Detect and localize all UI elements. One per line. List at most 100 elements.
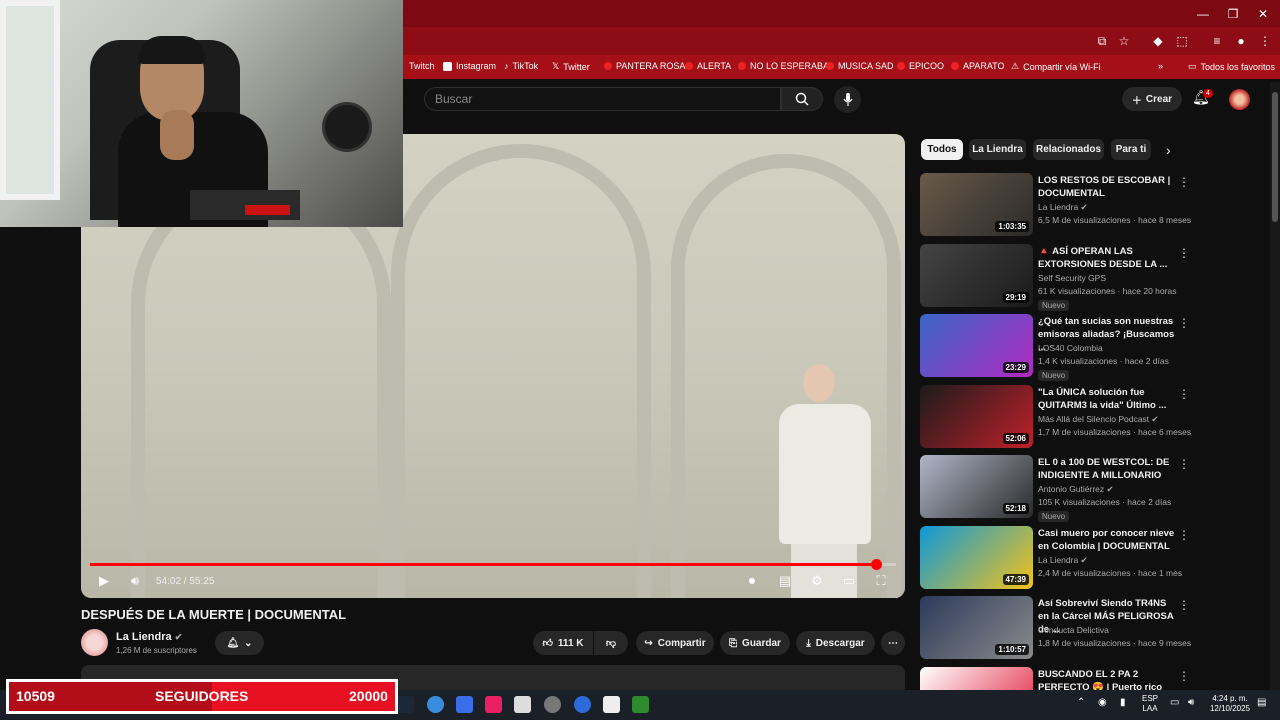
recommended-channel[interactable]: Self Security GPS [1038, 273, 1106, 283]
recommended-title[interactable]: LOS RESTOS DE ESCOBAR | DOCUMENTAL [1038, 174, 1178, 200]
recommended-channel[interactable]: LOS40 Colombia [1038, 343, 1103, 353]
recommended-title[interactable]: BUSCANDO EL 2 PA 2 PERFECTO 😍 | Puerto r… [1038, 668, 1178, 693]
account-avatar[interactable] [1229, 89, 1250, 110]
voice-search-button[interactable] [834, 86, 861, 113]
bookmark-twitter[interactable]: 𝕏 Twitter [552, 61, 590, 72]
video-thumbnail[interactable]: 1:03:35 [920, 173, 1033, 236]
scrollbar-thumb[interactable] [1272, 92, 1278, 222]
capcut-icon[interactable] [603, 696, 620, 713]
bookmark-aparato[interactable]: APARATO [951, 61, 1005, 71]
recommended-video[interactable]: 52:18 EL 0 a 100 DE WESTCOL: DE INDIGENTE… [920, 455, 1260, 522]
recommended-video[interactable]: 29:19 🔺 ASÍ OPERAN LAS EXTORSIONES DESDE … [920, 243, 1260, 311]
notepad-icon[interactable] [514, 696, 531, 713]
fullscreen-icon[interactable]: ⛶ [872, 572, 890, 590]
create-button[interactable]: ＋ Crear [1122, 87, 1182, 111]
chip-todos[interactable]: Todos [921, 139, 963, 160]
recommended-video[interactable]: 1:03:35 LOS RESTOS DE ESCOBAR | DOCUMENTA… [920, 173, 1260, 237]
more-options-icon[interactable]: ⋮ [1178, 175, 1190, 189]
recommended-title[interactable]: Casi muero por conocer nieve en Colombia… [1038, 527, 1178, 553]
all-bookmarks-folder[interactable]: ▭ Todos los favoritos [1188, 61, 1275, 72]
recommended-video[interactable]: 23:29 ¿Qué tan sucias son nuestras emisor… [920, 314, 1260, 381]
share-button[interactable]: ↪ Compartir [636, 631, 714, 655]
bookmark-no-lo-esperaba[interactable]: NO LO ESPERABA [738, 61, 829, 71]
notification-center-icon[interactable]: ▤ [1257, 698, 1266, 708]
close-icon[interactable]: ✕ [1246, 0, 1280, 27]
bookmark-musica-sad[interactable]: MUSICA SAD [826, 61, 894, 71]
volume-tray-icon[interactable]: 🔊︎ [1188, 698, 1194, 708]
recommended-video[interactable]: BUSCANDO EL 2 PA 2 PERFECTO 😍 | Puerto r… [920, 666, 1260, 693]
install-app-icon[interactable]: ⧉ [1094, 33, 1110, 49]
recommended-title[interactable]: EL 0 a 100 DE WESTCOL: DE INDIGENTE A MI… [1038, 456, 1178, 482]
bookmark-compartir-wifi[interactable]: ⚠ Compartir vía Wi-Fi [1011, 61, 1101, 72]
video-thumbnail[interactable]: 52:06 [920, 384, 1033, 448]
play-icon[interactable]: ▶ [96, 572, 112, 590]
like-button[interactable]: 👍︎ 111 K [533, 631, 593, 655]
recommended-video[interactable]: 1:10:57 Así Sobreviví Siendo TR4NS en la … [920, 596, 1260, 660]
tiktok-app-icon[interactable] [485, 696, 502, 713]
bookmark-tiktok[interactable]: ♪ TikTok [504, 61, 538, 71]
tray-chevron-icon[interactable]: ⌃ [1077, 698, 1085, 708]
bookmark-instagram[interactable]: Instagram [443, 61, 496, 71]
more-options-icon[interactable]: ⋮ [1178, 528, 1190, 542]
more-actions-button[interactable]: ⋯ [881, 631, 905, 655]
recommended-video[interactable]: 52:06 "La ÚNICA solución fue QUITARM3 la … [920, 384, 1260, 449]
language-indicator[interactable]: ESP LAA [1142, 694, 1158, 714]
video-thumbnail[interactable]: 29:19 [920, 243, 1033, 307]
theater-mode-icon[interactable]: ▭ [840, 572, 858, 590]
more-options-icon[interactable]: ⋮ [1178, 598, 1190, 612]
video-thumbnail[interactable]: 23:29 [920, 314, 1033, 377]
profile-icon[interactable]: ● [1233, 33, 1249, 49]
progress-scrubber[interactable] [870, 559, 882, 570]
recommended-channel[interactable]: La Liendra ✔ [1038, 202, 1088, 213]
subtitles-icon[interactable]: ▤ [776, 572, 794, 590]
dislike-button[interactable]: 👎︎ [594, 631, 628, 655]
extensions-puzzle-icon[interactable]: ⬚ [1174, 33, 1190, 49]
chip-la-liendra[interactable]: La Liendra [969, 139, 1026, 160]
save-button[interactable]: ⎘ Guardar [720, 631, 790, 655]
settings-app-icon[interactable] [544, 696, 561, 713]
steam-icon[interactable] [397, 696, 414, 713]
tray-mic-icon[interactable]: ▮ [1120, 698, 1126, 708]
game-launcher-icon[interactable] [632, 696, 649, 713]
bookmark-epicoo[interactable]: EPICOO [897, 61, 944, 71]
search-input[interactable]: Buscar [424, 87, 781, 111]
video-thumbnail[interactable] [920, 666, 1033, 693]
more-options-icon[interactable]: ⋮ [1178, 669, 1190, 683]
volume-icon[interactable]: 🔊︎ [126, 572, 144, 590]
recommended-video[interactable]: 47:39 Casi muero por conocer nieve en Col… [920, 525, 1260, 590]
bookmark-pantera-rosa[interactable]: PANTERA ROSA [604, 61, 685, 71]
more-options-icon[interactable]: ⋮ [1178, 316, 1190, 330]
clock[interactable]: 4:24 p. m. 12/10/2025 [1208, 694, 1252, 714]
chip-relacionados[interactable]: Relacionados [1033, 139, 1104, 160]
video-thumbnail[interactable]: 47:39 [920, 525, 1033, 589]
extension-icon[interactable]: ◆ [1150, 33, 1166, 49]
recommended-channel[interactable]: Antonio Gutiérrez ✔ [1038, 484, 1114, 495]
recommended-title[interactable]: 🔺 ASÍ OPERAN LAS EXTORSIONES DESDE LA ..… [1038, 245, 1178, 271]
video-thumbnail[interactable]: 1:10:57 [920, 596, 1033, 659]
bookmarks-overflow-icon[interactable]: » [1158, 61, 1163, 71]
vscode-icon[interactable] [574, 696, 591, 713]
minimize-icon[interactable]: — [1186, 0, 1220, 27]
restore-icon[interactable]: ❐ [1216, 0, 1250, 27]
subscription-bell-button[interactable]: 🔔︎ ⌄ [215, 631, 264, 655]
bookmark-star-icon[interactable]: ☆ [1116, 33, 1132, 49]
recommended-channel[interactable]: Más Allá del Silencio Podcast ✔ [1038, 414, 1159, 425]
autoplay-toggle-icon[interactable]: ⏺ [740, 572, 764, 590]
tray-audio-icon[interactable]: ◉ [1098, 698, 1107, 708]
download-button[interactable]: ⤓ Descargar [796, 631, 875, 655]
search-button[interactable] [781, 87, 823, 111]
recommended-channel[interactable]: Conducta Delictiva [1038, 625, 1109, 635]
media-icon[interactable]: ≡ [1209, 33, 1225, 49]
channel-name[interactable]: La Liendra ✔ [116, 631, 182, 643]
settings-gear-icon[interactable]: ⚙ [808, 572, 826, 590]
more-options-icon[interactable]: ⋮ [1178, 457, 1190, 471]
more-options-icon[interactable]: ⋮ [1178, 387, 1190, 401]
chip-para-ti[interactable]: Para ti [1111, 139, 1151, 160]
file-explorer-icon[interactable] [456, 696, 473, 713]
edge-icon[interactable] [427, 696, 444, 713]
channel-avatar[interactable] [81, 629, 108, 656]
recommended-channel[interactable]: La Liendra ✔ [1038, 555, 1088, 566]
menu-icon[interactable]: ⋮ [1257, 33, 1273, 49]
bookmark-twitch[interactable]: Twitch [409, 61, 435, 71]
video-thumbnail[interactable]: 52:18 [920, 455, 1033, 518]
